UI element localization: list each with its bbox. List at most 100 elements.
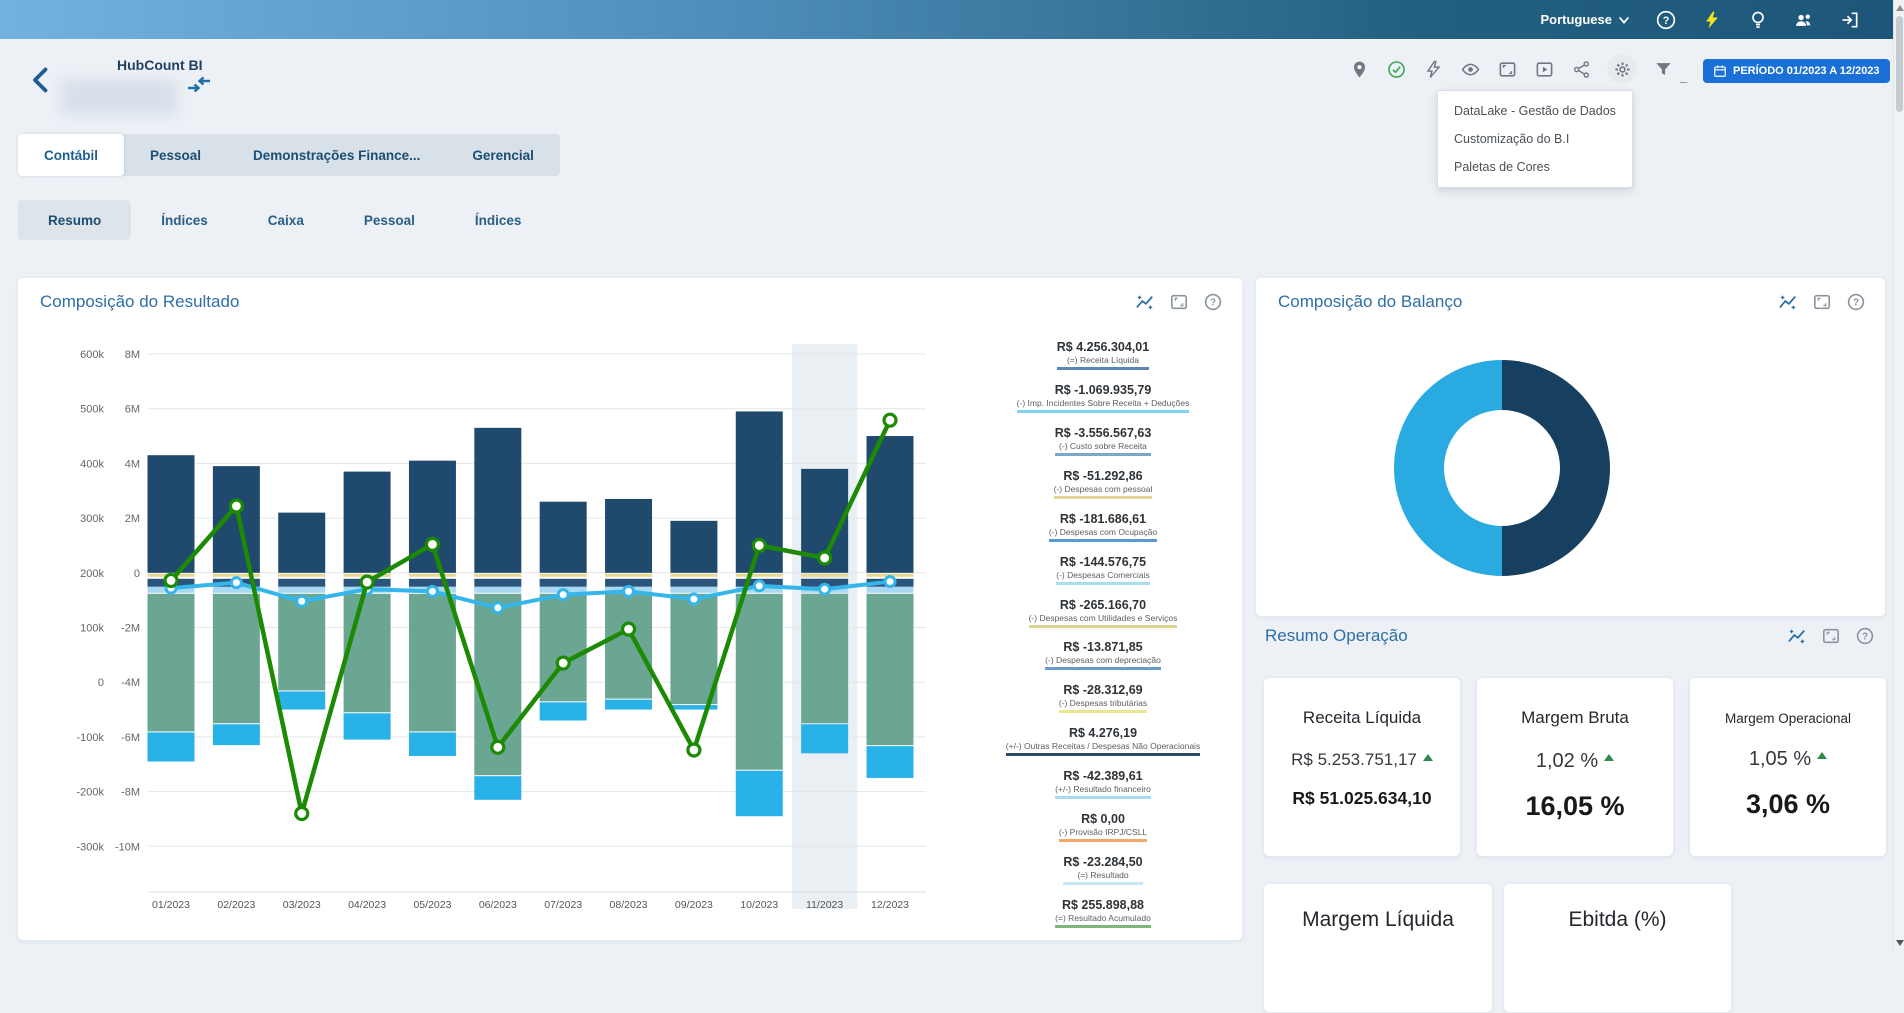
- language-label: Portuguese: [1540, 12, 1612, 27]
- logout-icon[interactable]: [1839, 9, 1861, 31]
- collapse-arrows-icon[interactable]: [186, 72, 212, 98]
- tab-gerencial[interactable]: Gerencial: [446, 134, 560, 176]
- breakdown-value: R$ 4.276,19: [1006, 726, 1200, 740]
- svg-text:-2M: -2M: [121, 623, 140, 635]
- svg-text:0: 0: [134, 568, 140, 580]
- trend-up-icon: [1423, 754, 1433, 761]
- svg-text:07/2023: 07/2023: [544, 899, 582, 911]
- svg-text:-8M: -8M: [121, 787, 140, 799]
- subtab-indices-4[interactable]: Índices: [445, 200, 552, 240]
- scrollbar-thumb[interactable]: [1896, 16, 1903, 112]
- help-circle-icon[interactable]: ?: [1856, 627, 1874, 645]
- tab-contabil[interactable]: Contábil: [18, 134, 124, 176]
- dashboard-toolbar: _: [1348, 54, 1687, 84]
- breakdown-value: R$ -265.166,70: [1029, 598, 1178, 612]
- language-selector[interactable]: Portuguese: [1540, 12, 1631, 27]
- filter-icon[interactable]: [1652, 58, 1674, 80]
- breakdown-value: R$ 4.256.304,01: [1057, 340, 1149, 354]
- location-pin-icon[interactable]: [1348, 58, 1370, 80]
- breakdown-item-resultado-financeiro: R$ -42.389,61(+/-) Resultado financeiro: [970, 769, 1236, 799]
- text-cursor-mark: _: [1680, 69, 1687, 84]
- resize-icon[interactable]: [1170, 293, 1188, 311]
- metric-sub-value: 1,05 %: [1749, 748, 1827, 771]
- svg-text:300k: 300k: [80, 513, 104, 525]
- bulb-icon[interactable]: [1747, 9, 1769, 31]
- balance-composition-card: Composição do Balanço ?: [1255, 277, 1886, 617]
- expand-screen-icon[interactable]: [1496, 58, 1518, 80]
- page-title: HubCount BI: [117, 57, 203, 73]
- help-icon[interactable]: ?: [1655, 9, 1677, 31]
- magic-chart-icon[interactable]: [1779, 293, 1797, 311]
- svg-text:-6M: -6M: [121, 732, 140, 744]
- breakdown-item-provisao-irpj-csll: R$ 0,00(-) Provisão IRPJ/CSLL: [970, 812, 1236, 842]
- svg-text:200k: 200k: [80, 568, 104, 580]
- resize-icon[interactable]: [1822, 627, 1840, 645]
- svg-text:-4M: -4M: [121, 677, 140, 689]
- bottom-card-ebitda: Ebitda (%): [1503, 883, 1732, 1013]
- settings-dropdown-menu: DataLake - Gestão de DadosCustomização d…: [1437, 90, 1633, 188]
- breakdown-label: (-) Despesas com Ocupação: [1049, 527, 1157, 537]
- svg-text:?: ?: [1663, 14, 1670, 26]
- breakdown-item-despesas-tributarias: R$ -28.312,69(-) Despesas tributárias: [970, 683, 1236, 713]
- help-circle-icon[interactable]: ?: [1847, 293, 1865, 311]
- lightning-icon[interactable]: [1422, 58, 1444, 80]
- menu-item-datalake-gestao-de-dados[interactable]: DataLake - Gestão de Dados: [1438, 97, 1632, 125]
- metric-title: Margem Operacional: [1725, 711, 1851, 726]
- scroll-up-arrow[interactable]: [1896, 5, 1904, 11]
- svg-text:?: ?: [1853, 298, 1859, 309]
- breakdown-value: R$ 255.898,88: [1055, 898, 1151, 912]
- subtab-resumo-0[interactable]: Resumo: [18, 200, 131, 240]
- svg-text:12/2023: 12/2023: [871, 899, 909, 911]
- breakdown-value: R$ -144.576,75: [1056, 555, 1150, 569]
- tab-pessoal[interactable]: Pessoal: [124, 134, 227, 176]
- help-circle-icon[interactable]: ?: [1204, 293, 1222, 311]
- share-icon[interactable]: [1570, 58, 1592, 80]
- magic-chart-icon[interactable]: [1136, 293, 1154, 311]
- operation-metric-cards: Receita LíquidaR$ 5.253.751,17R$ 51.025.…: [1263, 677, 1887, 857]
- metric-sub-value: 1,02 %: [1536, 750, 1614, 773]
- svg-text:100k: 100k: [80, 623, 104, 635]
- metric-card-receita-liquida: Receita LíquidaR$ 5.253.751,17R$ 51.025.…: [1263, 677, 1461, 857]
- svg-text:05/2023: 05/2023: [413, 899, 451, 911]
- svg-text:03/2023: 03/2023: [283, 899, 321, 911]
- metric-main-value: 16,05 %: [1525, 791, 1624, 822]
- subtab-indices-1[interactable]: Índices: [131, 200, 238, 240]
- play-box-icon[interactable]: [1533, 58, 1555, 80]
- svg-text:-300k: -300k: [76, 841, 104, 853]
- eye-icon[interactable]: [1459, 58, 1481, 80]
- breakdown-item-receita-liquida: R$ 4.256.304,01(=) Receita Líquida: [970, 340, 1236, 370]
- breakdown-value: R$ -51.292,86: [1054, 469, 1153, 483]
- breakdown-label: (=) Resultado Acumulado: [1055, 913, 1151, 923]
- period-button[interactable]: PERÍODO 01/2023 A 12/2023: [1703, 59, 1890, 83]
- bolt-icon[interactable]: [1701, 9, 1723, 31]
- gear-icon[interactable]: [1607, 54, 1637, 84]
- svg-text:4M: 4M: [125, 458, 140, 470]
- breakdown-item-resultado: R$ -23.284,50(=) Resultado: [970, 855, 1236, 885]
- magic-chart-icon[interactable]: [1788, 627, 1806, 645]
- menu-item-paletas-de-cores[interactable]: Paletas de Cores: [1438, 153, 1632, 181]
- tab-demonstracoes-finance[interactable]: Demonstrações Finance...: [227, 134, 446, 176]
- chevron-down-icon: [1617, 13, 1631, 27]
- page-scrollbar[interactable]: [1893, 0, 1904, 951]
- result-composition-card: Composição do Resultado ? 600k8M500k6M40…: [17, 277, 1243, 941]
- metric-main-value: R$ 51.025.634,10: [1292, 788, 1431, 809]
- menu-item-customizacao-do-b-i[interactable]: Customização do B.I: [1438, 125, 1632, 153]
- trend-up-icon: [1817, 752, 1827, 759]
- svg-text:-200k: -200k: [76, 787, 104, 799]
- breakdown-label: (-) Provisão IRPJ/CSLL: [1059, 827, 1147, 837]
- scroll-down-arrow[interactable]: [1896, 940, 1904, 946]
- check-circle-icon[interactable]: [1385, 58, 1407, 80]
- users-icon[interactable]: [1793, 9, 1815, 31]
- subtab-pessoal-3[interactable]: Pessoal: [334, 200, 445, 240]
- svg-text:2M: 2M: [125, 513, 140, 525]
- calendar-icon: [1713, 64, 1727, 78]
- redacted-company-name: [60, 79, 178, 115]
- back-button[interactable]: [28, 66, 56, 96]
- sub-tabs: ResumoÍndicesCaixaPessoalÍndices: [18, 200, 551, 240]
- metric-sub-value: R$ 5.253.751,17: [1291, 750, 1433, 770]
- resize-icon[interactable]: [1813, 293, 1831, 311]
- subtab-caixa-2[interactable]: Caixa: [238, 200, 334, 240]
- breakdown-value: R$ -181.686,61: [1049, 512, 1157, 526]
- breakdown-value: R$ 0,00: [1059, 812, 1147, 826]
- svg-text:01/2023: 01/2023: [152, 899, 190, 911]
